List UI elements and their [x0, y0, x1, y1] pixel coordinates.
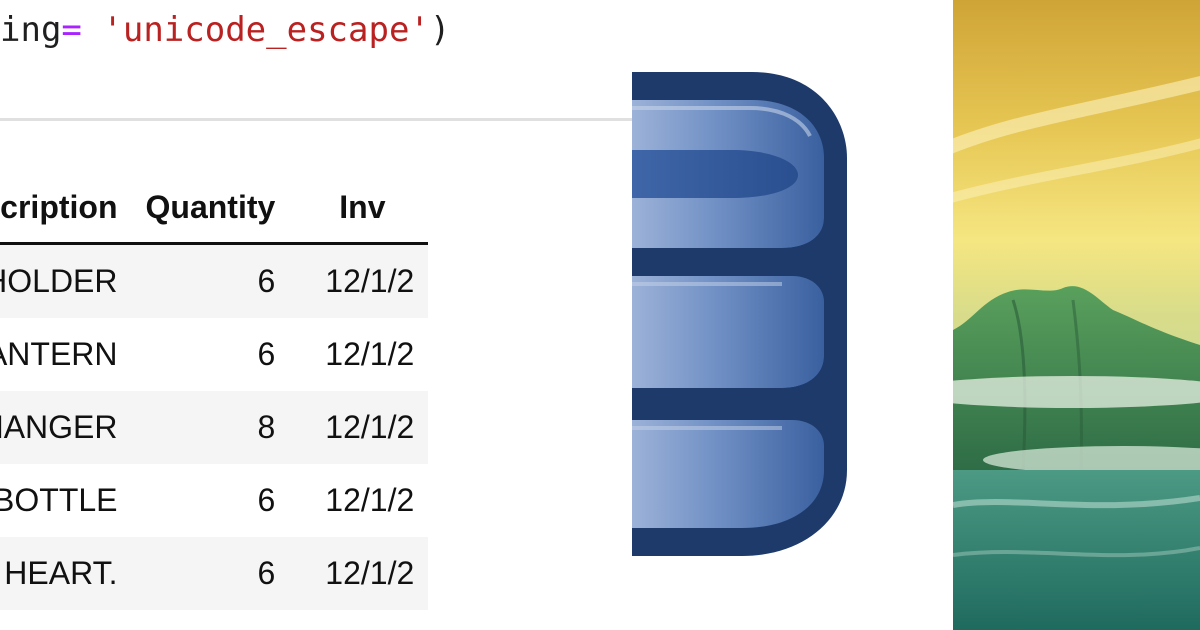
code-line: ing= 'unicode_escape') [0, 8, 450, 52]
table-row: HOT WATER BOTTLE 6 12/1/2 [0, 464, 429, 537]
column-header-description: Description [0, 172, 132, 245]
table-row: ITE METAL LANTERN 6 12/1/2 [0, 318, 429, 391]
cell-quantity: 6 [257, 336, 276, 372]
cell-invoice-date: 12/1/2 [325, 555, 415, 591]
cell-description: HOT WATER BOTTLE [0, 482, 118, 518]
cell-description: ARTS COAT HANGER [0, 409, 118, 445]
cell-quantity: 6 [257, 263, 276, 299]
cell-description: ITE METAL LANTERN [0, 336, 118, 372]
table-row: OTTIE WHITE HEART. 6 12/1/2 [0, 537, 429, 610]
table-row: ART T-LIGHT HOLDER 6 12/1/2 [0, 243, 429, 318]
column-header-quantity: Quantity [131, 172, 290, 245]
cell-quantity: 8 [257, 409, 276, 445]
database-icon-area [632, 0, 953, 630]
code-token-name: ing [0, 10, 62, 50]
landscape-image [953, 0, 1200, 630]
code-token-operator: = [61, 10, 82, 50]
cell-separator [0, 118, 632, 121]
column-header-invoice-date: Inv [289, 172, 429, 245]
notebook-panel: ing= 'unicode_escape') Description Quant… [0, 0, 632, 630]
cell-invoice-date: 12/1/2 [325, 409, 415, 445]
cell-description: ART T-LIGHT HOLDER [0, 263, 118, 299]
table-row: ARTS COAT HANGER 8 12/1/2 [0, 391, 429, 464]
cell-description: OTTIE WHITE HEART. [0, 555, 118, 591]
cell-quantity: 6 [257, 482, 276, 518]
dataframe-table: Description Quantity Inv ART T-LIGHT HOL… [0, 172, 429, 610]
code-token-string: 'unicode_escape' [81, 10, 430, 50]
table-header-row: Description Quantity Inv [0, 172, 429, 245]
cell-invoice-date: 12/1/2 [325, 263, 415, 299]
database-icon [632, 72, 847, 556]
cell-invoice-date: 12/1/2 [325, 336, 415, 372]
code-token-close-paren: ) [429, 10, 451, 50]
cell-quantity: 6 [257, 555, 276, 591]
cell-invoice-date: 12/1/2 [325, 482, 415, 518]
